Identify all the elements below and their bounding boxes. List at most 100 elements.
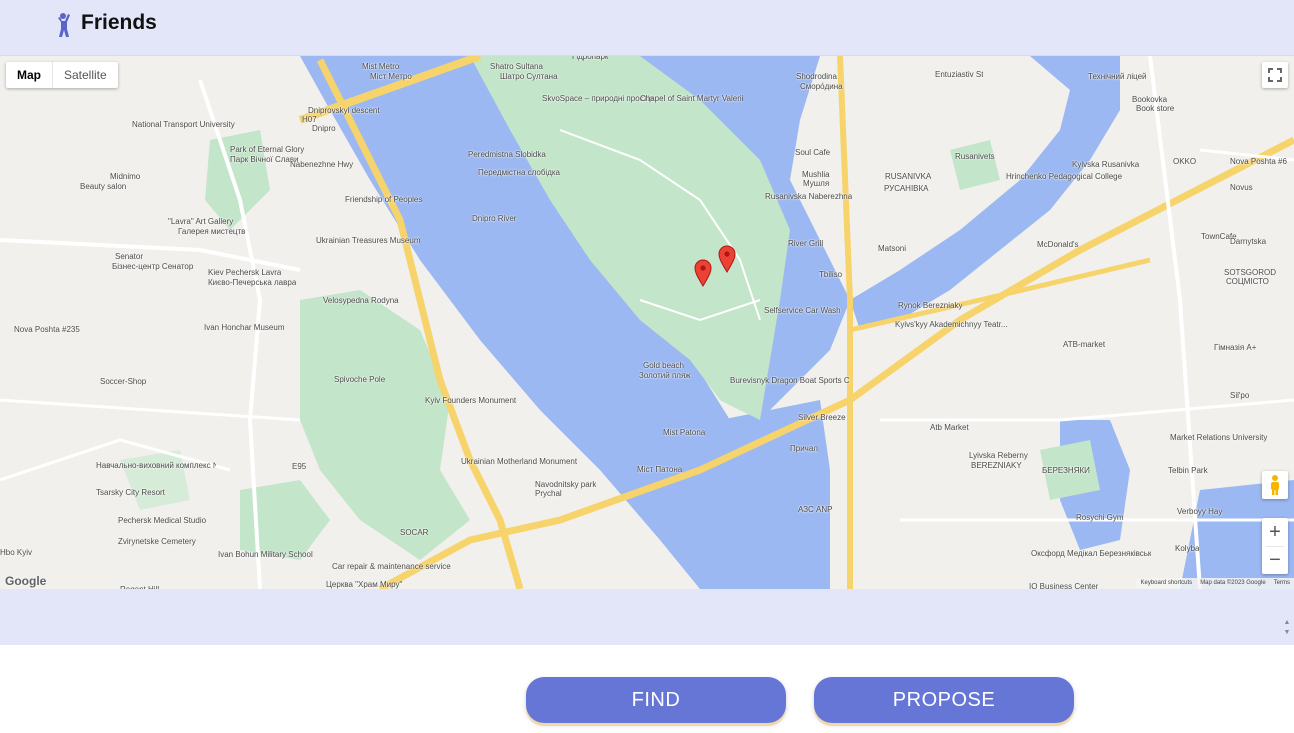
map-place-label: Галерея мистецтв	[178, 227, 246, 236]
map-place-label: BEREZNIAKY	[971, 461, 1022, 470]
map-place-label: Nabenezhne Hwy	[290, 160, 354, 169]
map-place-label: Dniprovskyi descent	[308, 106, 380, 115]
fullscreen-button[interactable]	[1262, 62, 1288, 88]
map-place-label: Ukrainian Treasures Museum	[316, 236, 421, 245]
terms-link[interactable]: Terms	[1274, 578, 1290, 589]
map-place-label: Nova Poshta #6	[1230, 157, 1287, 166]
map-place-label: Atb Market	[930, 423, 969, 432]
map-place-label: Peredmistna Slobidka	[468, 150, 546, 159]
map-place-label: Церква "Храм Миру"	[326, 580, 403, 589]
map-place-label: H07	[302, 115, 317, 124]
map-place-label: Prychal	[535, 489, 562, 498]
map-place-label: Soul Cafe	[795, 148, 831, 157]
map-place-label: Midnimo	[110, 172, 141, 181]
keyboard-shortcuts-link[interactable]: Keyboard shortcuts	[1140, 578, 1192, 589]
map-place-label: E95	[292, 462, 307, 471]
map-place-label: Silver Breeze	[798, 413, 846, 422]
map-place-label: Friendship of Peoples	[345, 195, 423, 204]
map-place-label: Києво-Печерська лавра	[208, 278, 297, 287]
map-place-label: Darnytska	[1230, 237, 1267, 246]
pegman-icon	[1271, 475, 1279, 495]
scroll-arrows[interactable]: ▲ ▼	[1282, 618, 1292, 644]
map-place-label: БЕРЕЗНЯКИ	[1042, 466, 1090, 475]
map-place-label: Nova Poshta #235	[14, 325, 80, 334]
map-place-label: Міст Патона	[637, 465, 683, 474]
map-place-label: Park of Eternal Glory	[230, 145, 305, 154]
map-place-label: Tsarsky City Resort	[96, 488, 165, 497]
map-place-label: Spivoche Pole	[334, 375, 386, 384]
map-place-label: Matsoni	[878, 244, 907, 253]
map-place-label: Burevisnyk Dragon Boat Sports Club	[730, 376, 850, 385]
map-place-label: Dnipro	[312, 124, 336, 133]
map-type-map-button[interactable]: Map	[6, 62, 52, 88]
map-place-label: Pechersk Medical Studio	[118, 516, 207, 525]
google-logo: Google	[5, 574, 47, 588]
map-place-label: Senator	[115, 252, 144, 261]
map-place-label: Оксфорд Медікал Березняківська	[1031, 549, 1151, 558]
map-place-label: Kyiv Founders Monument	[425, 396, 517, 405]
map-place-label: Market Relations University	[1170, 433, 1268, 442]
map-place-label: Verboyy Hay	[1177, 507, 1223, 516]
map-place-label: Sil'po	[1230, 391, 1250, 400]
map-place-label: Kolyba	[1175, 544, 1200, 553]
map-place-label: Telbin Park	[1168, 466, 1208, 475]
map-place-label: Ukrainian Motherland Monument	[461, 457, 578, 466]
map-place-label: Tbiliso	[819, 270, 843, 279]
map-place-label: Причал	[790, 444, 818, 453]
app-header: Friends	[0, 0, 1294, 56]
map-place-label: Hbo Kyiv	[0, 548, 33, 557]
map-place-label: Ivan Honchar Museum	[204, 323, 285, 332]
zoom-out-button[interactable]: −	[1262, 547, 1288, 574]
map-place-label: ATB-market	[1063, 340, 1106, 349]
map-place-label: Shatro Sultana	[490, 62, 543, 71]
map-place-label: Kyivs'kyy Akademichnyy Teatr...	[895, 320, 1008, 329]
map-type-satellite-button[interactable]: Satellite	[53, 62, 118, 88]
map-footer-band	[0, 589, 1294, 645]
map-place-label: Chapel of Saint Martyr Valerii	[640, 94, 744, 103]
street-view-pegman[interactable]	[1262, 471, 1288, 499]
map-view[interactable]: Mist Metro Міст Метро Shatro Sultana Шатро …	[0, 56, 1294, 589]
map-place-label: Навчально-виховний комплекс №30 "Еконад"	[96, 461, 216, 470]
map-place-label: Парк Вічної Слави	[230, 155, 299, 164]
map-place-label: Mushlia	[802, 170, 830, 179]
map-place-label: Beauty salon	[80, 182, 127, 191]
map-place-label: McDonald's	[1037, 240, 1079, 249]
map-place-label: Мушля	[803, 179, 830, 188]
map-place-label: Soccer-Shop	[100, 377, 147, 386]
map-place-label: River Grill	[788, 239, 824, 248]
map-place-label: Novus	[1230, 183, 1253, 192]
map-place-label: Ivan Bohun Military School	[218, 550, 313, 559]
propose-button[interactable]: PROPOSE	[814, 677, 1074, 723]
map-data-text: Map data ©2023 Google	[1200, 580, 1266, 586]
app-title: Friends	[81, 11, 157, 34]
map-place-label: РУСАНІВКА	[884, 184, 929, 193]
fullscreen-icon	[1268, 68, 1282, 82]
map-place-label: SOCAR	[400, 528, 429, 537]
map-canvas[interactable]	[0, 56, 1294, 589]
map-place-label: Shodrodina	[796, 72, 837, 81]
map-place-label: Золотий пляж	[639, 371, 691, 380]
map-place-label: SkvoSpace – природні простір	[542, 94, 654, 103]
map-place-label: Hrinchenko Pedagogical College	[1006, 172, 1123, 181]
map-place-label: СОЦМІСТО	[1226, 277, 1269, 286]
map-place-label: Velosypedna Rodyna	[323, 296, 399, 305]
map-attribution: Keyboard shortcuts Map data ©2023 Google…	[1136, 578, 1294, 589]
map-place-label: "Lavra" Art Gallery	[168, 217, 234, 226]
zoom-in-button[interactable]: +	[1262, 519, 1288, 546]
map-place-label: Entuziastiv St	[935, 70, 984, 79]
map-place-label: IQ Business Center	[1029, 582, 1099, 589]
map-place-label: Rosychi Gym	[1076, 513, 1124, 522]
map-place-label: SOTSGOROD	[1224, 268, 1277, 277]
map-place-label: Gold beach	[643, 361, 684, 370]
map-place-label: Шатро Султана	[500, 72, 558, 81]
map-place-label: Bookovka	[1132, 95, 1168, 104]
map-place-label: Kyivska Rusanivka	[1072, 160, 1140, 169]
find-button[interactable]: FIND	[526, 677, 786, 723]
map-place-label: Міст Метро	[370, 72, 412, 81]
map-place-label: Передмістна слобідка	[478, 168, 560, 177]
map-place-label: Lyivska Reberny	[969, 451, 1028, 460]
map-place-label: Car repair & maintenance service	[332, 562, 451, 571]
map-place-label: АЗС ANP	[798, 505, 833, 514]
map-place-label: Rusanivska Naberezhna	[765, 192, 853, 201]
map-type-control: Map Satellite	[6, 62, 118, 88]
